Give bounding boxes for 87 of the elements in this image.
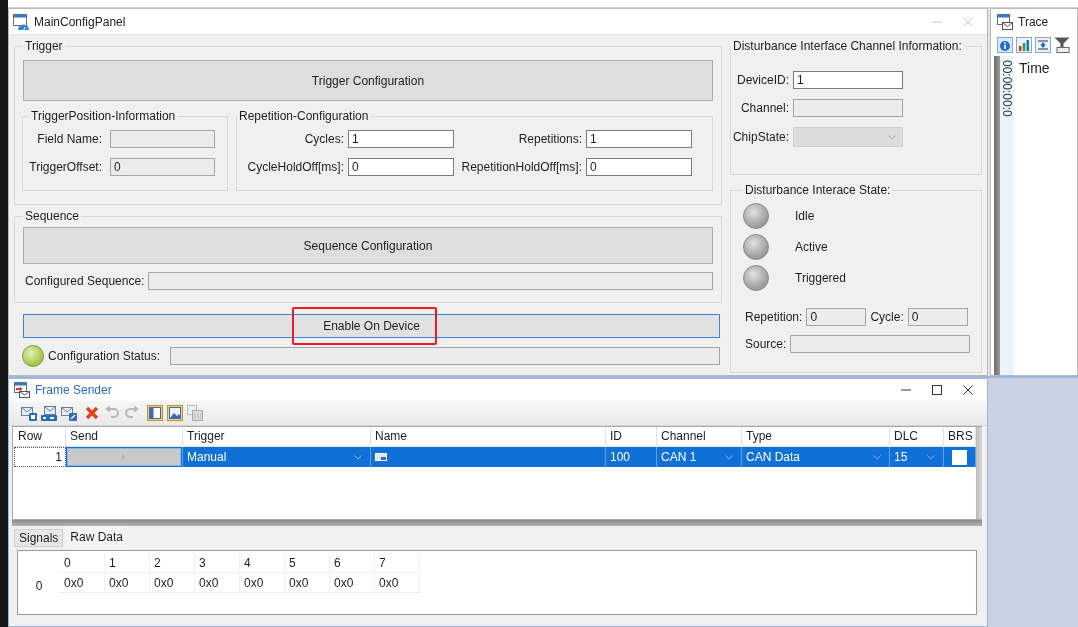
field-label: Repetition: — [745, 310, 803, 324]
text-field[interactable]: 0 — [586, 158, 692, 176]
window-title: Trace — [1018, 14, 1049, 29]
column-header: 6 — [330, 553, 375, 573]
window-title: MainConfigPanel — [34, 14, 126, 29]
column-header: 4 — [240, 553, 285, 573]
status-label: Idle — [795, 209, 815, 223]
group-title: Sequence — [24, 209, 81, 223]
copy-icon[interactable] — [187, 405, 203, 421]
field-label: Configured Sequence: — [24, 274, 142, 288]
text-field[interactable]: 1 — [586, 130, 692, 148]
field-label: CycleHoldOff[ms]: — [246, 160, 344, 174]
trigger-configuration-button[interactable]: Trigger Configuration — [23, 60, 713, 101]
table-cell: 0x0 — [150, 573, 195, 593]
message-add-icon[interactable] — [21, 405, 37, 421]
field-label: Cycles: — [303, 132, 344, 146]
row-header: 0 — [34, 578, 44, 593]
tab[interactable]: Signals — [14, 529, 64, 547]
status-label: Triggered — [795, 271, 846, 285]
field-label: TriggerOffset: — [29, 160, 102, 174]
maximize-icon[interactable] — [932, 385, 942, 395]
table-cell: 0x0 — [60, 573, 105, 593]
message-icon — [375, 453, 387, 461]
table-cell: 100 — [606, 447, 657, 467]
close-icon[interactable] — [963, 385, 973, 395]
message-edit-icon[interactable] — [61, 405, 77, 421]
table-row[interactable]: 1 Manual 100 CAN 1 CAN Data 15 — [14, 447, 976, 467]
column-header: 5 — [285, 553, 330, 573]
type-dropdown[interactable]: CAN Data — [742, 447, 890, 467]
table-cell: 0x0 — [375, 573, 420, 593]
text-field[interactable]: 1 — [793, 71, 903, 89]
dlc-dropdown[interactable]: 15 — [890, 447, 944, 467]
table-cell: 0x0 — [195, 573, 240, 593]
tab[interactable]: Raw Data — [65, 526, 129, 547]
column-header: 2 — [150, 553, 195, 573]
field-label: Repetitions: — [517, 132, 582, 146]
column-header: 0 — [60, 553, 105, 573]
window-gauge-icon — [13, 13, 29, 30]
text-field[interactable] — [170, 347, 720, 365]
text-field[interactable] — [148, 272, 713, 290]
enable-button[interactable]: Enable On Device — [23, 314, 720, 338]
checkbox[interactable] — [952, 449, 967, 465]
caret-icon — [354, 454, 362, 460]
expand-icon[interactable] — [1035, 37, 1051, 53]
window-envelope-icon — [997, 13, 1013, 30]
field-label: Field Name: — [36, 132, 102, 146]
row-number-cell: 1 — [14, 447, 66, 467]
column-header: 3 — [195, 553, 240, 573]
trigger-dropdown[interactable]: Manual — [183, 447, 371, 467]
info-icon[interactable] — [997, 37, 1013, 53]
status-label: Active — [795, 240, 828, 254]
caret-icon — [725, 454, 733, 460]
group-title: Disturbance Interace State: — [744, 183, 892, 197]
window-title: Frame Sender — [35, 383, 112, 397]
table-cell: 0x0 — [285, 573, 330, 593]
caret-icon — [873, 454, 881, 460]
table-cell: 0x0 — [240, 573, 285, 593]
group-title: Trigger — [24, 39, 64, 53]
filter-icon[interactable] — [1054, 37, 1070, 53]
channel-dropdown[interactable]: CAN 1 — [657, 447, 742, 467]
image-icon[interactable] — [167, 405, 183, 421]
message-fd-icon[interactable] — [41, 405, 57, 421]
field-label: DeviceID: — [736, 73, 789, 87]
text-field[interactable]: 1 — [348, 130, 454, 148]
window-arrow-icon — [14, 382, 30, 398]
field-label: RepetitionHoldOff[ms]: — [460, 160, 582, 174]
field-label: Cycle: — [870, 310, 904, 324]
table-cell: 0x0 — [330, 573, 375, 593]
sequence-configuration-button[interactable]: Sequence Configuration — [23, 227, 713, 264]
field-label: ChipState: — [731, 130, 789, 144]
field-label: Configuration Status: — [48, 349, 161, 363]
timestamp-label: 00:00:00:0 — [1000, 60, 1014, 117]
column-header: 1 — [105, 553, 150, 573]
column-header: 7 — [375, 553, 420, 573]
bar-chart-icon[interactable] — [1016, 37, 1032, 53]
text-field[interactable]: 0 — [348, 158, 454, 176]
group-title: Repetition-Configuration — [238, 109, 370, 123]
table-cell: 0x0 — [105, 573, 150, 593]
panel-layout-icon[interactable] — [147, 405, 163, 421]
field-label: Channel: — [739, 101, 789, 115]
delete-icon[interactable] — [84, 405, 100, 421]
group-title: Disturbance Interface Channel Information: — [732, 39, 963, 53]
caret-icon — [888, 134, 896, 140]
column-header: Time — [1019, 60, 1050, 76]
caret-icon — [927, 454, 935, 460]
group-title: TriggerPosition-Information — [30, 109, 177, 123]
field-label: Source: — [745, 337, 787, 351]
